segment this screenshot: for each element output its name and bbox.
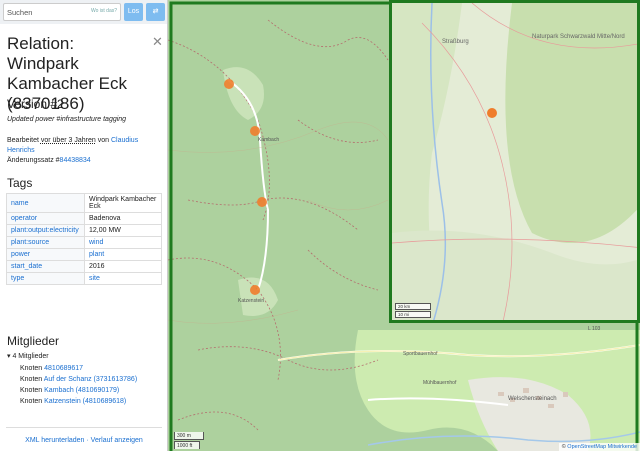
tag-value: Windpark Kambacher Eck xyxy=(84,193,162,213)
changeset-info: Änderungssatz #84438834 xyxy=(7,157,91,164)
member-item: Knoten 4810689617 xyxy=(20,363,137,374)
turbine-marker-4[interactable] xyxy=(250,285,260,295)
member-type: Knoten xyxy=(20,387,43,394)
divider xyxy=(6,427,162,428)
changeset-label: Änderungssatz # xyxy=(7,157,60,164)
close-icon[interactable]: ✕ xyxy=(152,34,163,50)
search-bar: Suchen Wo ist das? Los ⇄ xyxy=(0,0,167,24)
place-label-3: Katzenstein xyxy=(238,298,264,304)
overview-minimap[interactable]: Naturpark Schwarzwald Mitte/Nord Straßbu… xyxy=(389,0,640,323)
member-item: Knoten Auf der Schanz (3731613786) xyxy=(20,374,137,385)
minimap-scale-metric: 20 km xyxy=(395,303,431,310)
member-type: Knoten xyxy=(20,398,43,405)
tag-value[interactable]: plant xyxy=(84,248,162,261)
tag-row: name Windpark Kambacher Eck xyxy=(6,193,162,213)
tag-row: type site xyxy=(6,272,162,285)
tags-table: name Windpark Kambacher Eck operator Badeno… xyxy=(6,193,162,285)
changeset-link[interactable]: 84438834 xyxy=(60,157,91,164)
edited-prefix: Bearbeitet xyxy=(7,137,39,144)
tag-row: plant:output:electricity 12,00 MW xyxy=(6,224,162,237)
edited-info: Bearbeitet vor über 3 Jahren von Claudiu… xyxy=(7,136,162,156)
scale-metric: 300 m xyxy=(174,432,204,440)
edited-ago: vor über 3 Jahren xyxy=(40,137,96,144)
tag-value: 2016 xyxy=(84,260,162,273)
tag-key[interactable]: plant:source xyxy=(6,236,85,249)
members-toggle[interactable]: ▾ 4 Mitglieder xyxy=(7,352,49,360)
tag-key[interactable]: start_date xyxy=(6,260,85,273)
tag-key[interactable]: type xyxy=(6,272,85,285)
members-heading: Mitglieder xyxy=(7,334,60,348)
search-input[interactable]: Suchen Wo ist das? xyxy=(3,3,121,21)
sidebar: Suchen Wo ist das? Los ⇄ Relation: Windp… xyxy=(0,0,168,451)
attribution-link[interactable]: OpenStreetMap Mitwirkende xyxy=(567,444,637,450)
changeset-comment: Updated power #infrastructure tagging xyxy=(7,116,127,123)
place-label-2: Sportbauernhof xyxy=(403,351,438,357)
member-type: Knoten xyxy=(20,376,43,383)
app: Suchen Wo ist das? Los ⇄ Relation: Windp… xyxy=(0,0,640,451)
tag-value[interactable]: site xyxy=(84,272,162,285)
member-link[interactable]: Kambach (4810690179) xyxy=(44,387,119,394)
tag-row: power plant xyxy=(6,248,162,261)
minimap-marker xyxy=(487,108,497,118)
member-link[interactable]: Katzenstein (4810689618) xyxy=(44,398,126,405)
minimap-park-label: Naturpark Schwarzwald Mitte/Nord xyxy=(532,34,625,40)
member-link[interactable]: 4810689617 xyxy=(44,365,83,372)
attribution: © OpenStreetMap Mitwirkende xyxy=(558,443,640,451)
place-label-4: Kambach xyxy=(258,137,279,143)
tag-value[interactable]: wind xyxy=(84,236,162,249)
minimap-city-label: Straßburg xyxy=(442,39,469,45)
turbine-marker-1[interactable] xyxy=(224,79,234,89)
tag-row: plant:source wind xyxy=(6,236,162,249)
place-label-1: Mühlbauernhof xyxy=(423,380,457,386)
version-heading: Version #2 xyxy=(7,97,64,111)
village-label: Welschensteinach xyxy=(508,396,557,402)
road-label: L 103 xyxy=(588,326,601,332)
search-go-button[interactable]: Los xyxy=(124,3,143,21)
edited-by: von xyxy=(97,137,109,144)
member-type: Knoten xyxy=(20,365,43,372)
tag-key[interactable]: plant:output:electricity xyxy=(6,224,85,237)
tags-heading: Tags xyxy=(7,176,33,190)
tag-value: 12,00 MW xyxy=(84,224,162,237)
tag-row: start_date 2016 xyxy=(6,260,162,273)
tag-key[interactable]: power xyxy=(6,248,85,261)
scale-imperial: 1000 ft xyxy=(174,441,200,449)
tag-row: operator Badenova xyxy=(6,212,162,225)
tag-key[interactable]: operator xyxy=(6,212,85,225)
tag-value: Badenova xyxy=(84,212,162,225)
where-is-this-link[interactable]: Wo ist das? xyxy=(91,8,117,14)
map[interactable]: L 103 Welschensteinach Mühlbauernhof Spo… xyxy=(168,0,640,451)
search-placeholder: Suchen xyxy=(7,8,33,17)
directions-button[interactable]: ⇄ xyxy=(146,3,165,21)
turbine-marker-3[interactable] xyxy=(257,197,267,207)
turbine-marker-2[interactable] xyxy=(250,126,260,136)
members-list: Knoten 4810689617 Knoten Auf der Schanz (… xyxy=(20,363,137,407)
member-item: Knoten Kambach (4810690179) xyxy=(20,385,137,396)
minimap-scale-imperial: 10 mi xyxy=(395,311,431,318)
member-link[interactable]: Auf der Schanz (3731613786) xyxy=(44,376,137,383)
tag-key[interactable]: name xyxy=(6,193,85,213)
footer-links[interactable]: XML herunterladen · Verlauf anzeigen xyxy=(0,437,167,444)
member-item: Knoten Katzenstein (4810689618) xyxy=(20,396,137,407)
